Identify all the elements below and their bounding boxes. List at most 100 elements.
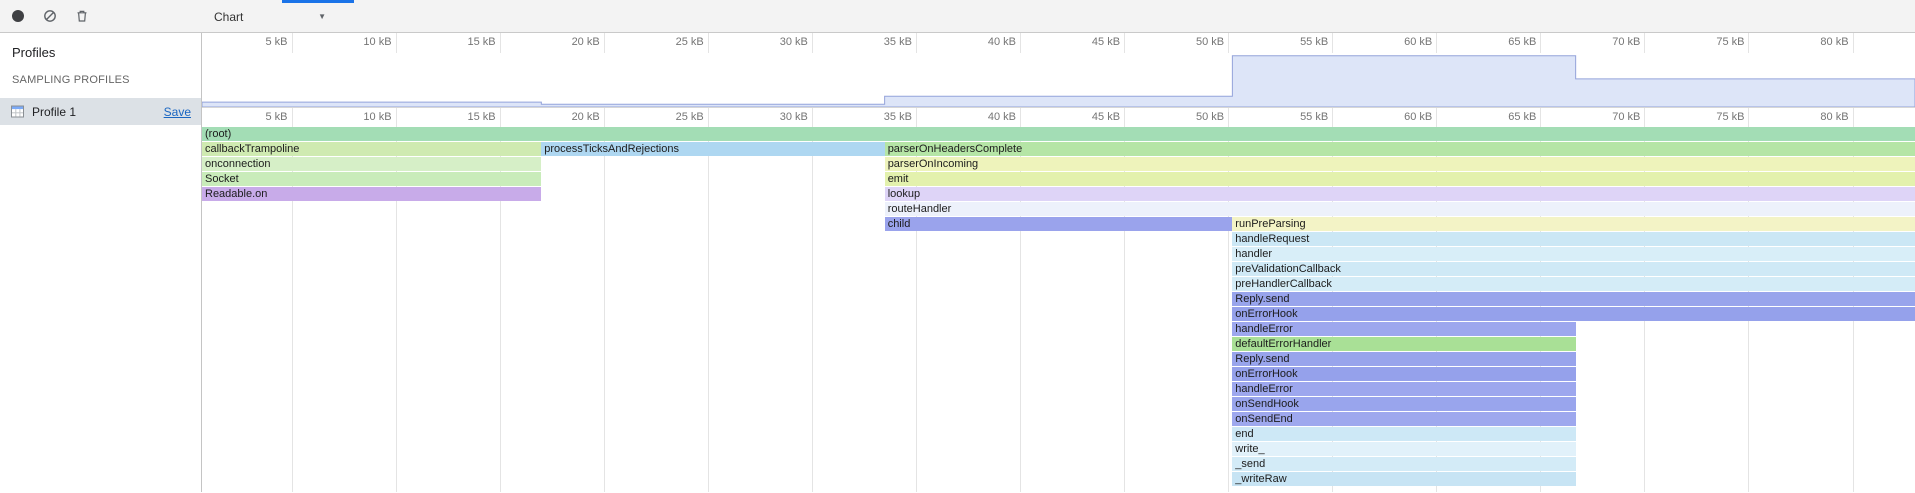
overview-area-chart [202,53,1915,107]
flame-bar[interactable]: runPreParsing [1232,217,1915,231]
gridline [500,33,501,53]
tick-label: 35 kB [884,111,912,123]
gridline [1540,33,1541,53]
flame-bar[interactable]: (root) [202,127,1915,141]
block-icon [43,9,57,23]
gridline [500,108,501,127]
clear-all-profiles-button[interactable] [40,4,60,28]
flame-bar[interactable]: onErrorHook [1232,367,1575,381]
gridline [1124,108,1125,127]
tick-label: 25 kB [676,36,704,48]
profiles-sidebar: Profiles SAMPLING PROFILES Profile 1 Sav… [0,33,202,492]
gridline [396,108,397,127]
gridline [1748,33,1749,53]
flame-bar[interactable]: onSendHook [1232,397,1575,411]
record-heap-profile-button[interactable] [8,4,28,28]
gridline [604,33,605,53]
record-icon [12,10,24,22]
gridline [604,108,605,127]
tick-label: 5 kB [265,36,287,48]
gridline [1853,108,1854,127]
flame-bar[interactable]: onErrorHook [1232,307,1915,321]
gridline [812,33,813,53]
view-mode-value: Chart [214,10,243,24]
flame-bar[interactable]: _writeRaw [1232,472,1575,486]
flame-bar[interactable]: routeHandler [885,202,1915,216]
flame-bar[interactable]: child [885,217,1233,231]
gridline [1332,33,1333,53]
flame-bar[interactable]: emit [885,172,1915,186]
flame-bar[interactable]: callbackTrampoline [202,142,541,156]
gridline [812,108,813,127]
flame-bar[interactable]: parserOnHeadersComplete [885,142,1915,156]
tick-label: 45 kB [1092,111,1120,123]
gridline [1436,33,1437,53]
tick-label: 10 kB [363,36,391,48]
gridline [1436,108,1437,127]
gridline [604,127,605,492]
gridline [1020,108,1021,127]
sidebar-item-profile-1[interactable]: Profile 1 Save [0,98,201,125]
flame-bar[interactable]: write_ [1232,442,1575,456]
flame-ruler: 5 kB10 kB15 kB20 kB25 kB30 kB35 kB40 kB4… [202,108,1915,127]
delete-profile-button[interactable] [72,4,92,28]
gridline [1228,33,1229,53]
save-profile-link[interactable]: Save [164,105,191,119]
gridline [1020,33,1021,53]
gridline [1644,33,1645,53]
tick-label: 5 kB [265,111,287,123]
gridline [708,127,709,492]
view-mode-select[interactable]: Chart ▼ [205,4,335,29]
tick-label: 45 kB [1092,36,1120,48]
flame-bar[interactable]: onconnection [202,157,541,171]
flame-bar[interactable]: lookup [885,187,1915,201]
profiler-main: 5 kB10 kB15 kB20 kB25 kB30 kB35 kB40 kB4… [202,33,1915,492]
gridline [1644,108,1645,127]
flame-chart[interactable]: (root)callbackTrampolineprocessTicksAndR… [202,127,1915,492]
gridline [1540,108,1541,127]
tick-label: 80 kB [1820,36,1848,48]
flame-bar[interactable]: Socket [202,172,541,186]
tick-label: 15 kB [468,36,496,48]
flame-bar[interactable]: end [1232,427,1575,441]
flame-bar[interactable]: defaultErrorHandler [1232,337,1575,351]
overview-ruler: 5 kB10 kB15 kB20 kB25 kB30 kB35 kB40 kB4… [202,33,1915,53]
tick-label: 75 kB [1716,111,1744,123]
flame-bar[interactable]: processTicksAndRejections [541,142,884,156]
tick-label: 65 kB [1508,36,1536,48]
flame-bar[interactable]: handler [1232,247,1915,261]
tick-label: 55 kB [1300,111,1328,123]
gridline [1748,108,1749,127]
flame-bar[interactable]: _send [1232,457,1575,471]
tick-label: 40 kB [988,36,1016,48]
flame-bar[interactable]: preValidationCallback [1232,262,1915,276]
gridline [708,108,709,127]
gridline [292,108,293,127]
gridline [1228,108,1229,127]
flame-bar[interactable]: preHandlerCallback [1232,277,1915,291]
tick-label: 20 kB [572,36,600,48]
flame-bar[interactable]: handleError [1232,382,1575,396]
memory-overview[interactable] [202,53,1915,108]
gridline [1853,33,1854,53]
tick-label: 65 kB [1508,111,1536,123]
tab-indicator [282,0,354,3]
gridline [708,33,709,53]
tick-label: 10 kB [363,111,391,123]
tick-label: 80 kB [1820,111,1848,123]
tick-label: 20 kB [572,111,600,123]
sampling-profiles-section-label: SAMPLING PROFILES [0,60,201,86]
tick-label: 15 kB [468,111,496,123]
flame-bar[interactable]: Readable.on [202,187,541,201]
heap-profile-icon [10,104,25,119]
flame-bar[interactable]: handleRequest [1232,232,1915,246]
flame-bar[interactable]: parserOnIncoming [885,157,1915,171]
flame-bar[interactable]: handleError [1232,322,1575,336]
flame-bar[interactable]: Reply.send [1232,292,1915,306]
flame-bar[interactable]: Reply.send [1232,352,1575,366]
panel-content: Profiles SAMPLING PROFILES Profile 1 Sav… [0,33,1915,492]
tick-label: 75 kB [1716,36,1744,48]
flame-bar[interactable]: onSendEnd [1232,412,1575,426]
tick-label: 60 kB [1404,36,1432,48]
tick-label: 35 kB [884,36,912,48]
